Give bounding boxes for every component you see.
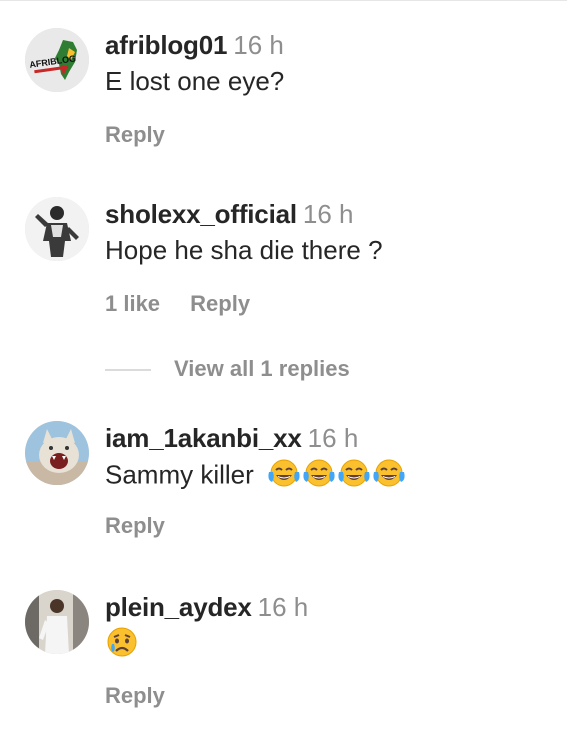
timestamp: 16 h [257, 592, 309, 622]
comment-actions: Reply [105, 513, 165, 539]
view-replies-button[interactable]: View all 1 replies [0, 350, 567, 390]
reply-button[interactable]: Reply [105, 683, 165, 709]
comment-text [105, 626, 139, 665]
face-with-tears-of-joy-icon [337, 458, 371, 495]
username[interactable]: sholexx_official [105, 199, 297, 229]
comment-text: Sammy killer [105, 458, 406, 495]
comment-text: E lost one eye? [105, 66, 285, 96]
comment-header: sholexx_official 16 h [105, 199, 354, 230]
face-with-tears-of-joy-icon [302, 458, 336, 495]
cat-photo-icon [25, 421, 89, 485]
timestamp: 16 h [302, 199, 354, 229]
crying-face-icon [105, 626, 139, 665]
reply-button[interactable]: Reply [190, 291, 250, 317]
comment-header: afriblog01 16 h [105, 30, 284, 61]
afriblog-logo-icon: AFRIBLOG [25, 28, 89, 92]
reply-button[interactable]: Reply [105, 513, 165, 539]
reply-button[interactable]: Reply [105, 122, 165, 148]
comment-header: iam_1akanbi_xx 16 h [105, 423, 358, 454]
person-photo-icon [25, 197, 89, 261]
timestamp: 16 h [307, 423, 359, 453]
face-with-tears-of-joy-icon [267, 458, 301, 495]
avatar[interactable] [25, 197, 89, 261]
username[interactable]: iam_1akanbi_xx [105, 423, 302, 453]
comment-header: plein_aydex 16 h [105, 592, 308, 623]
username[interactable]: afriblog01 [105, 30, 227, 60]
avatar[interactable]: AFRIBLOG [25, 28, 89, 92]
likes-count[interactable]: 1 like [105, 291, 160, 317]
timestamp: 16 h [233, 30, 284, 60]
comment-text: Hope he sha die there ? [105, 235, 383, 265]
comment-actions: 1 like Reply [105, 291, 250, 317]
avatar[interactable] [25, 421, 89, 485]
comment-text-body: Sammy killer [105, 459, 254, 490]
comment-actions: Reply [105, 683, 165, 709]
replies-divider [105, 369, 151, 371]
avatar[interactable] [25, 590, 89, 654]
person-photo-icon [25, 590, 89, 654]
view-replies-label: View all 1 replies [174, 356, 350, 381]
username[interactable]: plein_aydex [105, 592, 252, 622]
face-with-tears-of-joy-icon [372, 458, 406, 495]
comment-actions: Reply [105, 122, 165, 148]
top-divider [0, 0, 567, 1]
